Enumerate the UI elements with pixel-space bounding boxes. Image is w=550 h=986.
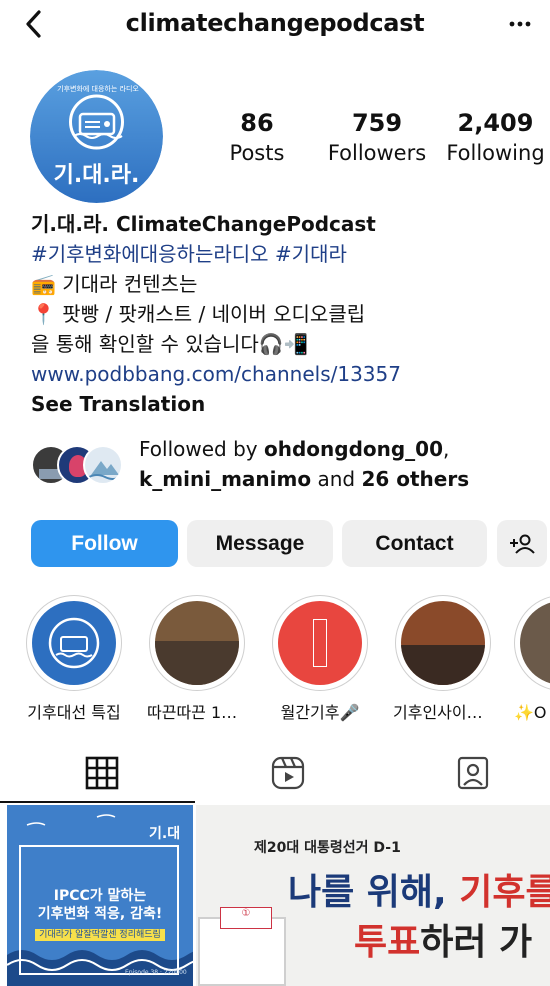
post-thumbnail[interactable]: 기.대 IPCC가 말하는 기후변화 적응, 감축! 기대라가 알잘딱깔센 정리… (7, 805, 193, 986)
followed-by-others[interactable]: 26 others (361, 467, 469, 491)
profile-username: climatechangepodcast (125, 9, 425, 37)
ballot-paper: ① (220, 907, 272, 929)
post-headline-part: 투표 (354, 922, 421, 963)
following-count-value: 2,409 (457, 109, 534, 137)
avatar-arc-text: 기후변화에 대응하는 라디오 (57, 85, 139, 93)
posts-count-value: 86 (240, 109, 274, 137)
bio-link[interactable]: www.podbbang.com/channels/13357 (31, 359, 541, 389)
top-bar: climatechangepodcast (0, 0, 550, 48)
highlight-cover (520, 601, 550, 685)
profile-bio: 기.대.라. ClimateChangePodcast #기후변화에대응하는라디… (31, 209, 541, 419)
post-title: IPCC가 말하는 기후변화 적응, 감축! (7, 887, 193, 923)
story-highlight[interactable]: 월간기후🎤 (270, 595, 370, 723)
more-horizontal-icon (509, 21, 531, 27)
tab-tagged[interactable] (455, 755, 491, 791)
posts-count[interactable]: 86 Posts (222, 108, 292, 168)
highlight-cover (401, 601, 485, 685)
add-user-icon (510, 534, 535, 554)
profile-display-name: 기.대.라. ClimateChangePodcast (31, 212, 376, 236)
bio-hashtags[interactable]: #기후변화에대응하는라디오 #기대라 (31, 239, 541, 269)
post-brand: 기.대 (149, 826, 181, 842)
profile-tabs (0, 755, 550, 803)
followers-count-label: Followers (327, 141, 427, 165)
avatar-logo-text: 기.대.라. (53, 163, 140, 188)
followers-count-value: 759 (351, 109, 403, 137)
grid-icon (85, 756, 119, 790)
post-thumbnail[interactable]: 제20대 대통령선거 D-1 나를 위해, 기후를 투표하러 가 ① (196, 805, 550, 986)
bio-line: 📻 기대라 컨텐츠는 (31, 272, 198, 296)
followed-by-prefix: Followed by (139, 437, 264, 461)
followed-by-user[interactable]: ohdongdong_00 (264, 437, 443, 461)
followed-by[interactable]: Followed by ohdongdong_00, k_mini_manimo… (31, 432, 546, 496)
highlight-cover (278, 601, 362, 685)
followers-count[interactable]: 759 Followers (322, 108, 432, 168)
highlight-cover (155, 601, 239, 685)
following-count-label: Following (446, 141, 545, 165)
tab-grid[interactable] (84, 755, 120, 791)
post-episode: Episode 38 · 220000 (125, 969, 187, 976)
more-options-button[interactable] (508, 12, 532, 42)
profile-avatar[interactable]: 기후변화에 대응하는 라디오 기.대.라. (30, 70, 163, 203)
posts-grid: 기.대 IPCC가 말하는 기후변화 적응, 감축! 기대라가 알잘딱깔센 정리… (0, 805, 550, 986)
posts-count-label: Posts (229, 141, 285, 165)
bio-line: 을 통해 확인할 수 있습니다🎧📲 (31, 332, 309, 356)
tagged-icon (457, 756, 489, 790)
add-user-button[interactable] (497, 520, 547, 567)
tab-reels[interactable] (270, 755, 306, 791)
see-translation-button[interactable]: See Translation (31, 389, 541, 419)
follower-avatar (83, 445, 123, 485)
post-caption: 제20대 대통령선거 D-1 (254, 840, 401, 856)
post-subtitle: 기대라가 알잘딱깔센 정리해드림 (35, 929, 165, 941)
following-count[interactable]: 2,409 Following (443, 108, 548, 168)
highlight-label: 따끈따끈 11월… (147, 703, 247, 722)
highlight-label: 기후인사이드... (393, 703, 493, 722)
highlight-label: 월간기후🎤 (280, 703, 360, 722)
followed-by-separator: , (443, 437, 450, 461)
post-headline-part: 기후를 (459, 872, 550, 913)
post-title-line: IPCC가 말하는 (53, 888, 147, 904)
post-headline: 나를 위해, 기후를 (288, 863, 550, 915)
followed-by-user[interactable]: k_mini_manimo (139, 467, 311, 491)
reels-icon (271, 756, 305, 790)
story-highlight[interactable]: 기후인사이드... (393, 595, 493, 723)
story-highlight[interactable]: 따끈따끈 11월… (147, 595, 247, 723)
post-headline-part: 하러 가 (420, 922, 533, 963)
bio-line: 📍 팟빵 / 팟캐스트 / 네이버 오디오클립 (31, 302, 366, 326)
story-highlight[interactable]: 기후대선 특집 (24, 595, 124, 723)
message-button[interactable]: Message (187, 520, 333, 567)
post-headline-part: 나를 위해, (288, 872, 460, 913)
highlight-cover (32, 601, 116, 685)
highlight-label: 기후대선 특집 (27, 703, 121, 722)
contact-button[interactable]: Contact (342, 520, 487, 567)
highlight-label: ✨O (514, 703, 547, 722)
story-highlight[interactable]: ✨O (508, 595, 550, 723)
follow-button[interactable]: Follow (31, 520, 178, 567)
active-tab-indicator (0, 801, 195, 803)
post-title-line: 기후변화 적응, 감축! (37, 906, 163, 922)
post-headline: 투표하러 가 (354, 913, 532, 965)
followed-by-and: and (311, 467, 362, 491)
